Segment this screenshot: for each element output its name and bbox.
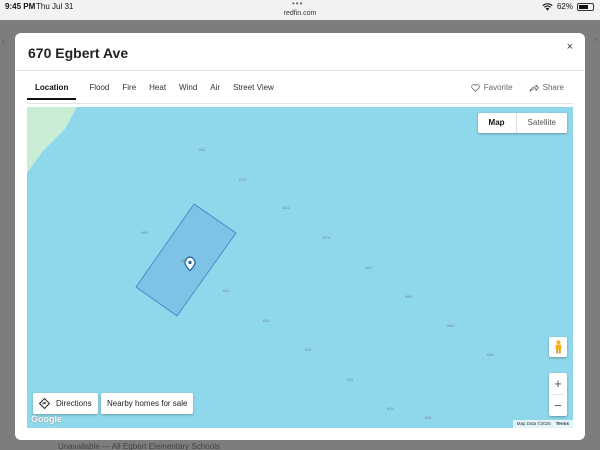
directions-button[interactable]: Directions: [33, 393, 98, 414]
tab-wind[interactable]: Wind: [179, 83, 197, 100]
lot-number: 621: [305, 347, 312, 352]
map-data-text: Map Data ©2025: [516, 421, 551, 426]
lot-number: 672: [239, 177, 246, 182]
wifi-icon: [542, 2, 553, 10]
map-type-map-button[interactable]: Map: [478, 113, 517, 133]
google-logo: Google: [31, 414, 62, 424]
lot-number: 661: [283, 205, 290, 210]
lot-number: 681: [199, 147, 206, 152]
tab-heat[interactable]: Heat: [149, 83, 166, 100]
lot-number: 660: [365, 265, 372, 270]
status-right-cluster: 62%: [542, 2, 594, 11]
share-label: Share: [542, 83, 564, 92]
directions-label: Directions: [56, 399, 92, 408]
terms-link[interactable]: Terms: [556, 421, 569, 427]
map-attribution: Map Data ©2025 Terms: [512, 420, 573, 428]
tabs-divider: [27, 103, 573, 104]
lot-number: 680: [141, 230, 148, 235]
property-modal: 670 Egbert Ave × Location Flood Fire Hea…: [15, 33, 585, 440]
tab-location[interactable]: Location: [27, 83, 77, 100]
lot-number: 651: [181, 258, 188, 263]
nearby-homes-button[interactable]: Nearby homes for sale: [101, 393, 194, 414]
back-chevron-icon: ‹: [2, 36, 5, 46]
map-view[interactable]: 681 672 661 680 674 651 660 641 656 631 …: [27, 107, 573, 428]
zoom-out-button[interactable]: −: [549, 395, 567, 416]
tab-air[interactable]: Air: [210, 83, 220, 100]
map-type-satellite-button[interactable]: Satellite: [517, 113, 567, 133]
heart-icon: [471, 83, 480, 92]
status-bar: 9:45 PM Thu Jul 31 ••• redfin.com 62%: [0, 0, 600, 20]
lot-number: 601: [425, 415, 432, 420]
lot-number: 674: [323, 235, 330, 240]
lot-number: 656: [405, 294, 412, 299]
share-button[interactable]: Share: [529, 83, 564, 92]
street-view-pegman-icon[interactable]: [549, 337, 567, 357]
land-area: [27, 107, 77, 173]
favorite-button[interactable]: Favorite: [471, 83, 513, 92]
pegman-figure-icon: [555, 340, 561, 354]
zoom-in-button[interactable]: +: [549, 373, 567, 394]
lot-number: 636: [487, 352, 494, 357]
share-arrow-icon: [529, 84, 539, 92]
tab-street-view[interactable]: Street View: [233, 83, 274, 100]
tab-bar: Location Flood Fire Heat Wind Air Street…: [27, 83, 287, 100]
modal-actions: Favorite Share: [471, 83, 564, 92]
favorite-label: Favorite: [483, 83, 513, 92]
lot-number: 631: [263, 318, 270, 323]
zoom-controls: + −: [549, 373, 567, 416]
modal-title: 670 Egbert Ave: [28, 45, 129, 61]
battery-percent: 62%: [556, 2, 573, 11]
tab-fire[interactable]: Fire: [122, 83, 136, 100]
lot-number: 646: [447, 323, 454, 328]
lot-number: 626: [387, 406, 394, 411]
map-canvas: [27, 107, 237, 317]
share-partial-icon: ↗: [592, 36, 599, 45]
tab-more-dots[interactable]: •••: [292, 0, 303, 8]
lot-number: 641: [223, 288, 230, 293]
close-icon[interactable]: ×: [567, 41, 573, 53]
address-url[interactable]: redfin.com: [0, 10, 600, 17]
directions-icon: [39, 398, 50, 409]
background-footer-text: Unavailable — All Egbert Elementary Scho…: [58, 442, 220, 450]
tab-flood[interactable]: Flood: [89, 83, 109, 100]
battery-icon: [577, 2, 594, 11]
map-type-toggle: Map Satellite: [477, 113, 567, 133]
lot-number: 611: [347, 377, 354, 382]
header-divider: [15, 70, 585, 71]
